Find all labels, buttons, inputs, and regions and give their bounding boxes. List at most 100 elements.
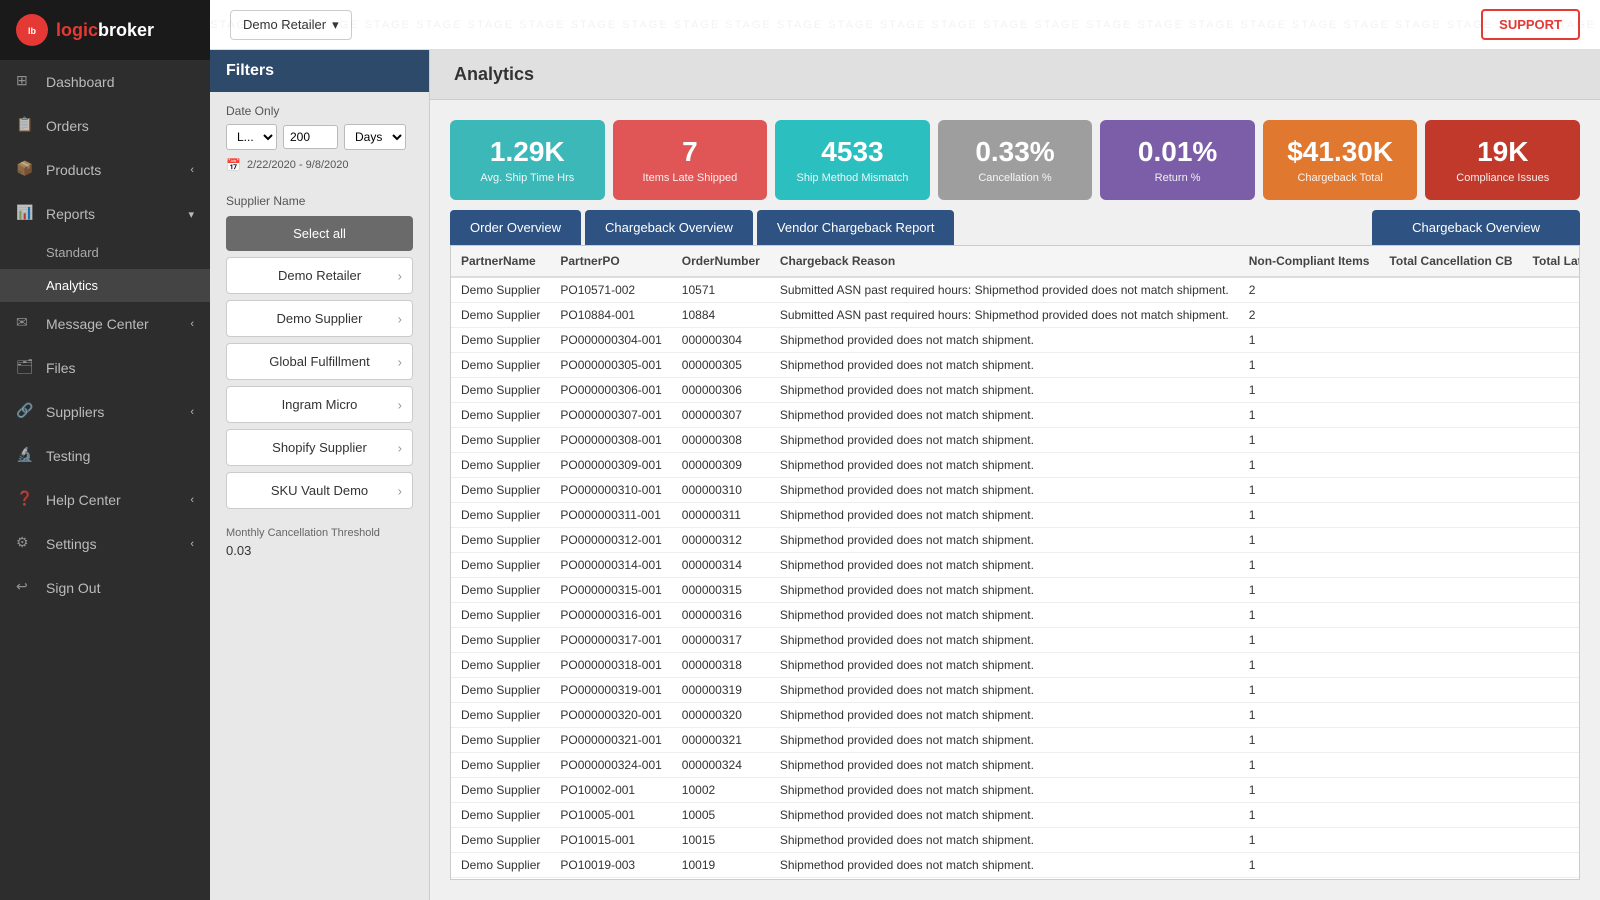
data-table: PartnerNamePartnerPOOrderNumberChargebac… [451, 246, 1580, 880]
table-cell: 1 [1239, 503, 1380, 528]
table-cell: PO000000315-001 [550, 578, 671, 603]
table-cell: Demo Supplier [451, 353, 550, 378]
table-cell: Shipmethod provided does not match shipm… [770, 703, 1239, 728]
sidebar-item-files[interactable]: 🗂Files [0, 346, 210, 390]
supplier-btn-shopify-supplier[interactable]: Shopify Supplier [226, 429, 413, 466]
sidebar-item-sign-out[interactable]: ↩Sign Out [0, 566, 210, 610]
table-row[interactable]: Demo SupplierPO000000317-001000000317Shi… [451, 628, 1580, 653]
sidebar-item-help-center[interactable]: ❓Help Center‹ [0, 478, 210, 522]
sidebar-item-analytics[interactable]: Analytics [0, 269, 210, 302]
select-all-button[interactable]: Select all [226, 216, 413, 251]
table-cell: Shipmethod provided does not match shipm… [770, 628, 1239, 653]
table-row[interactable]: Demo SupplierPO10571-00210571Submitted A… [451, 277, 1580, 303]
table-cell: Shipmethod provided does not match shipm… [770, 428, 1239, 453]
tab-vendor-chargeback[interactable]: Vendor Chargeback Report [757, 210, 955, 245]
kpi-card-1: 7 Items Late Shipped [613, 120, 768, 200]
table-cell [1523, 528, 1580, 553]
table-cell: 2 [1239, 303, 1380, 328]
table-cell: Shipmethod provided does not match shipm… [770, 328, 1239, 353]
table-row[interactable]: Demo SupplierPO000000305-001000000305Shi… [451, 353, 1580, 378]
table-row[interactable]: Demo SupplierPO000000316-001000000316Shi… [451, 603, 1580, 628]
table-row[interactable]: Demo SupplierPO10002-00110002Shipmethod … [451, 778, 1580, 803]
table-cell: 10005 [672, 803, 770, 828]
kpi-value-5: $41.30K [1279, 136, 1402, 168]
table-cell: PO000000319-001 [550, 678, 671, 703]
chargeback-overview-tab[interactable]: Chargeback Overview [1372, 210, 1580, 245]
sidebar-item-orders[interactable]: 📋Orders [0, 104, 210, 148]
table-cell [1379, 403, 1522, 428]
table-cell: Demo Supplier [451, 803, 550, 828]
table-row[interactable]: Demo SupplierPO000000318-001000000318Shi… [451, 653, 1580, 678]
table-cell [1379, 853, 1522, 878]
table-cell: Demo Supplier [451, 503, 550, 528]
table-row[interactable]: Demo SupplierPO000000307-001000000307Shi… [451, 403, 1580, 428]
table-row[interactable]: Demo SupplierPO000000308-001000000308Shi… [451, 428, 1580, 453]
table-cell: Demo Supplier [451, 578, 550, 603]
tab-chargeback-overview[interactable]: Chargeback Overview [585, 210, 753, 245]
kpi-row: 1.29K Avg. Ship Time Hrs 7 Items Late Sh… [430, 100, 1600, 200]
retailer-selector[interactable]: Demo Retailer ▾ [230, 10, 352, 40]
table-row[interactable]: Demo SupplierPO000000324-001000000324Shi… [451, 753, 1580, 778]
svg-text:lb: lb [28, 26, 37, 36]
table-row[interactable]: Demo SupplierPO000000306-001000000306Shi… [451, 378, 1580, 403]
days-input[interactable] [283, 125, 338, 149]
table-cell: 1 [1239, 803, 1380, 828]
table-cell: Shipmethod provided does not match shipm… [770, 503, 1239, 528]
table-row[interactable]: Demo SupplierPO000000312-001000000312Shi… [451, 528, 1580, 553]
products-icon: 📦 [16, 160, 36, 180]
table-cell: PO000000306-001 [550, 378, 671, 403]
sidebar-item-reports[interactable]: 📊Reports▾ [0, 192, 210, 236]
table-cell: Demo Supplier [451, 753, 550, 778]
table-row[interactable]: Demo SupplierPO000000304-001000000304Shi… [451, 328, 1580, 353]
date-range-row: 📅 2/22/2020 - 9/8/2020 [226, 158, 413, 172]
days-unit-select[interactable]: Days [344, 124, 406, 150]
table-cell: 1 [1239, 728, 1380, 753]
orders-icon: 📋 [16, 116, 36, 136]
table-row[interactable]: Demo SupplierPO10005-00110005Shipmethod … [451, 803, 1580, 828]
support-button[interactable]: SUPPORT [1481, 9, 1580, 40]
table-cell: PO10884-001 [550, 303, 671, 328]
logo-icon: lb [16, 14, 48, 46]
table-row[interactable]: Demo SupplierPO10015-00110015Shipmethod … [451, 828, 1580, 853]
table-cell: 1 [1239, 353, 1380, 378]
kpi-label-2: Ship Method Mismatch [791, 172, 914, 184]
supplier-btn-demo-retailer[interactable]: Demo Retailer [226, 257, 413, 294]
table-cell [1523, 803, 1580, 828]
table-row[interactable]: Demo SupplierPO000000314-001000000314Shi… [451, 553, 1580, 578]
tab-row: Order OverviewChargeback OverviewVendor … [430, 200, 1600, 245]
table-row[interactable]: Demo SupplierPO10020-00110020Shipmethod … [451, 878, 1580, 881]
table-cell: PO10002-001 [550, 778, 671, 803]
sidebar-item-message-center[interactable]: ✉Message Center‹ [0, 302, 210, 346]
sidebar-item-standard[interactable]: Standard [0, 236, 210, 269]
sidebar-item-suppliers[interactable]: 🔗Suppliers‹ [0, 390, 210, 434]
supplier-btn-sku-vault-demo[interactable]: SKU Vault Demo [226, 472, 413, 509]
sidebar-item-settings[interactable]: ⚙Settings‹ [0, 522, 210, 566]
table-row[interactable]: Demo SupplierPO000000309-001000000309Shi… [451, 453, 1580, 478]
supplier-btn-global-fulfillment[interactable]: Global Fulfillment [226, 343, 413, 380]
table-cell: 000000309 [672, 453, 770, 478]
table-row[interactable]: Demo SupplierPO000000310-001000000310Shi… [451, 478, 1580, 503]
table-cell [1379, 378, 1522, 403]
table-cell: PO000000318-001 [550, 653, 671, 678]
sidebar-item-products[interactable]: 📦Products‹ [0, 148, 210, 192]
table-row[interactable]: Demo SupplierPO000000320-001000000320Shi… [451, 703, 1580, 728]
sidebar-item-dashboard[interactable]: ⊞Dashboard [0, 60, 210, 104]
table-row[interactable]: Demo SupplierPO10019-00310019Shipmethod … [451, 853, 1580, 878]
table-row[interactable]: Demo SupplierPO000000321-001000000321Shi… [451, 728, 1580, 753]
table-cell: 000000308 [672, 428, 770, 453]
kpi-card-4: 0.01% Return % [1100, 120, 1255, 200]
table-row[interactable]: Demo SupplierPO000000319-001000000319Shi… [451, 678, 1580, 703]
table-cell: 1 [1239, 628, 1380, 653]
table-cell: 000000318 [672, 653, 770, 678]
tab-order-overview[interactable]: Order Overview [450, 210, 581, 245]
table-cell [1523, 378, 1580, 403]
supplier-btn-ingram-micro[interactable]: Ingram Micro [226, 386, 413, 423]
range-select[interactable]: L... [226, 124, 277, 150]
table-cell [1379, 453, 1522, 478]
table-row[interactable]: Demo SupplierPO10884-00110884Submitted A… [451, 303, 1580, 328]
supplier-btn-demo-supplier[interactable]: Demo Supplier [226, 300, 413, 337]
table-cell [1379, 478, 1522, 503]
table-row[interactable]: Demo SupplierPO000000311-001000000311Shi… [451, 503, 1580, 528]
sidebar-item-testing[interactable]: 🔬Testing [0, 434, 210, 478]
table-row[interactable]: Demo SupplierPO000000315-001000000315Shi… [451, 578, 1580, 603]
